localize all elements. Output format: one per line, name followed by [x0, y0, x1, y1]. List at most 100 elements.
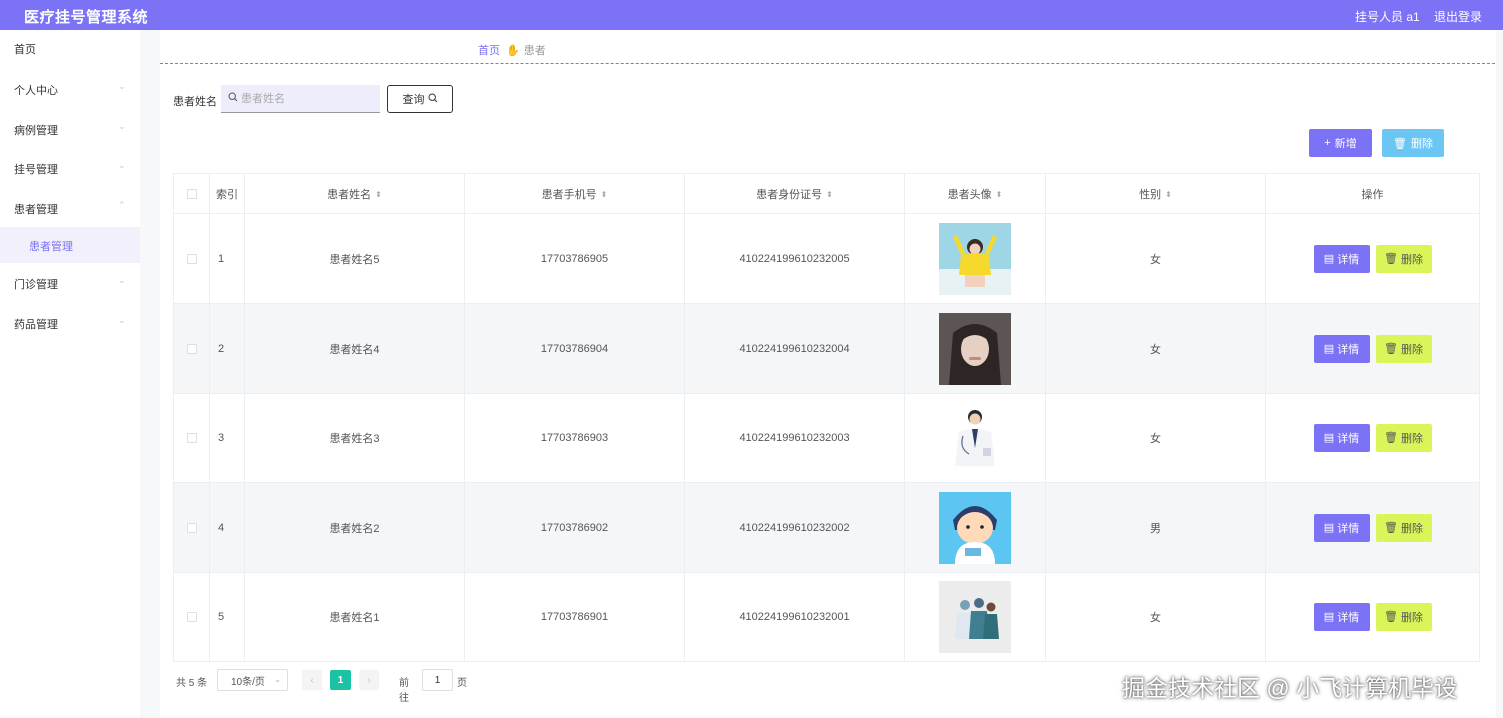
- gender-cell: 女: [1046, 393, 1266, 482]
- column-header[interactable]: 患者头像 ⬍: [905, 174, 1046, 214]
- id-card-cell: 410224199610232001: [685, 572, 905, 661]
- delete-button[interactable]: 🗑 删除: [1375, 423, 1432, 452]
- trash-icon: 🗑: [1384, 611, 1398, 623]
- patient-table: 索引 患者姓名 ⬍ 患者手机号 ⬍ 患者身份证号 ⬍ 患者头像 ⬍ 性别 ⬍ 操作 1 患者…: [173, 173, 1480, 662]
- id-card-cell: 410224199610232004: [685, 304, 905, 393]
- gender-cell: 男: [1046, 483, 1266, 572]
- trash-icon: 🗑: [1384, 253, 1398, 265]
- avatar-cell: [905, 304, 1046, 393]
- sidebar-item-patient-management[interactable]: 患者管理 ⌃: [0, 190, 140, 226]
- delete-button[interactable]: 🗑 删除: [1375, 244, 1432, 273]
- query-button-label: 查询: [402, 94, 425, 106]
- batch-delete-button[interactable]: 🗑 删除: [1382, 129, 1444, 157]
- search-icon: [427, 92, 438, 106]
- breadcrumb-home[interactable]: 首页: [478, 45, 500, 57]
- sidebar-item-home[interactable]: 首页: [0, 30, 140, 66]
- avatar-cell: [905, 214, 1046, 303]
- detail-button[interactable]: ▤ 详情: [1313, 244, 1370, 273]
- medical-team-avatar: [939, 580, 1011, 653]
- sidebar-item-registration-management[interactable]: 挂号管理 ⌄: [0, 150, 140, 186]
- page-suffix: 页: [457, 678, 467, 689]
- avatar-cell: [905, 483, 1046, 572]
- document-icon: ▤: [1323, 343, 1335, 355]
- next-page-button[interactable]: ›: [359, 670, 379, 690]
- goto-page-input[interactable]: [422, 669, 453, 691]
- document-icon: ▤: [1323, 522, 1335, 534]
- logout-link[interactable]: 退出登录: [1434, 8, 1482, 25]
- select-all-cell: [174, 174, 210, 214]
- detail-button[interactable]: ▤ 详情: [1313, 423, 1370, 452]
- sidebar-item-case-management[interactable]: 病例管理 ⌄: [0, 111, 140, 147]
- row-checkbox[interactable]: [186, 343, 197, 354]
- chevron-left-icon: ‹: [310, 674, 314, 686]
- row-select-cell: [174, 304, 210, 393]
- sidebar-subitem-patient-management[interactable]: 患者管理: [0, 227, 140, 263]
- search-field: [221, 85, 380, 113]
- column-header[interactable]: 患者姓名 ⬍: [245, 174, 465, 214]
- delete-button[interactable]: 🗑 删除: [1375, 513, 1432, 542]
- row-checkbox[interactable]: [186, 253, 197, 264]
- column-header[interactable]: 患者手机号 ⬍: [465, 174, 685, 214]
- table-row: 2 患者姓名4 17703786904 410224199610232004 女 ▤ 详情 🗑…: [174, 304, 1479, 394]
- breadcrumb-current: 患者: [523, 45, 546, 57]
- table-row: 4 患者姓名2 17703786902 410224199610232002 男 ▤ 详情 🗑…: [174, 483, 1479, 573]
- phone-cell: 17703786905: [465, 214, 685, 303]
- add-button[interactable]: + 新增: [1309, 129, 1372, 157]
- id-card-cell: 410224199610232002: [685, 483, 905, 572]
- document-icon: ▤: [1323, 611, 1335, 623]
- page-number-current[interactable]: 1: [330, 670, 351, 690]
- column-header[interactable]: 性别 ⬍: [1046, 174, 1266, 214]
- woman-in-yellow-avatar: [939, 222, 1011, 295]
- sidebar-item-label: 挂号管理: [14, 164, 58, 176]
- sidebar-item-drug-management[interactable]: 药品管理 ⌄: [0, 305, 140, 341]
- row-checkbox[interactable]: [186, 611, 197, 622]
- query-button[interactable]: 查询: [387, 85, 453, 113]
- trash-icon: 🗑: [1384, 343, 1398, 355]
- detail-button[interactable]: ▤ 详情: [1313, 334, 1370, 363]
- actions-cell: ▤ 详情 🗑 删除: [1266, 214, 1479, 303]
- select-all-checkbox[interactable]: [186, 189, 197, 199]
- page-size-select[interactable]: 10条/页 ⌄: [217, 669, 288, 691]
- sidebar-item-label: 首页: [14, 44, 36, 56]
- chevron-down-icon: ⌄: [118, 275, 126, 285]
- sidebar-item-label: 门诊管理: [14, 279, 58, 291]
- detail-button[interactable]: ▤ 详情: [1313, 602, 1370, 631]
- avatar-cell: [905, 393, 1046, 482]
- phone-cell: 17703786901: [465, 572, 685, 661]
- search-icon: [228, 92, 238, 105]
- index-cell: 4: [210, 483, 245, 572]
- app-title: 医疗挂号管理系统: [24, 9, 149, 26]
- search-label: 患者姓名: [173, 96, 217, 108]
- column-header[interactable]: 患者身份证号 ⬍: [685, 174, 905, 214]
- woman-portrait-avatar: [939, 312, 1011, 385]
- table-row: 3 患者姓名3 17703786903 410224199610232003 女 ▤ 详情 🗑…: [174, 393, 1479, 483]
- row-select-cell: [174, 214, 210, 303]
- prev-page-button[interactable]: ‹: [302, 670, 322, 690]
- sort-icon: ⬍: [375, 189, 382, 199]
- id-card-cell: 410224199610232005: [685, 214, 905, 303]
- hand-icon: ✋: [506, 45, 520, 57]
- breadcrumb: 首页 ✋ 患者: [478, 42, 546, 58]
- column-header: 索引: [210, 174, 245, 214]
- cartoon-doctor-avatar: [939, 491, 1011, 564]
- chevron-down-icon: ⌄: [118, 160, 126, 170]
- detail-button[interactable]: ▤ 详情: [1313, 513, 1370, 542]
- row-checkbox[interactable]: [186, 432, 197, 443]
- chevron-right-icon: ›: [367, 674, 371, 686]
- row-checkbox[interactable]: [186, 522, 197, 533]
- sidebar-item-personal-center[interactable]: 个人中心 ⌄: [0, 71, 140, 107]
- id-card-cell: 410224199610232003: [685, 393, 905, 482]
- document-icon: ▤: [1323, 432, 1335, 444]
- sidebar-item-outpatient-management[interactable]: 门诊管理 ⌄: [0, 265, 140, 301]
- index-cell: 1: [210, 214, 245, 303]
- search-input[interactable]: [241, 89, 371, 109]
- trash-icon: 🗑: [1384, 522, 1398, 534]
- name-cell: 患者姓名5: [245, 214, 465, 303]
- row-select-cell: [174, 572, 210, 661]
- delete-button[interactable]: 🗑 删除: [1375, 334, 1432, 363]
- delete-button[interactable]: 🗑 删除: [1375, 602, 1432, 631]
- index-cell: 3: [210, 393, 245, 482]
- doctor-avatar: [939, 401, 1011, 474]
- sort-icon: ⬍: [826, 189, 833, 199]
- actions-cell: ▤ 详情 🗑 删除: [1266, 304, 1479, 393]
